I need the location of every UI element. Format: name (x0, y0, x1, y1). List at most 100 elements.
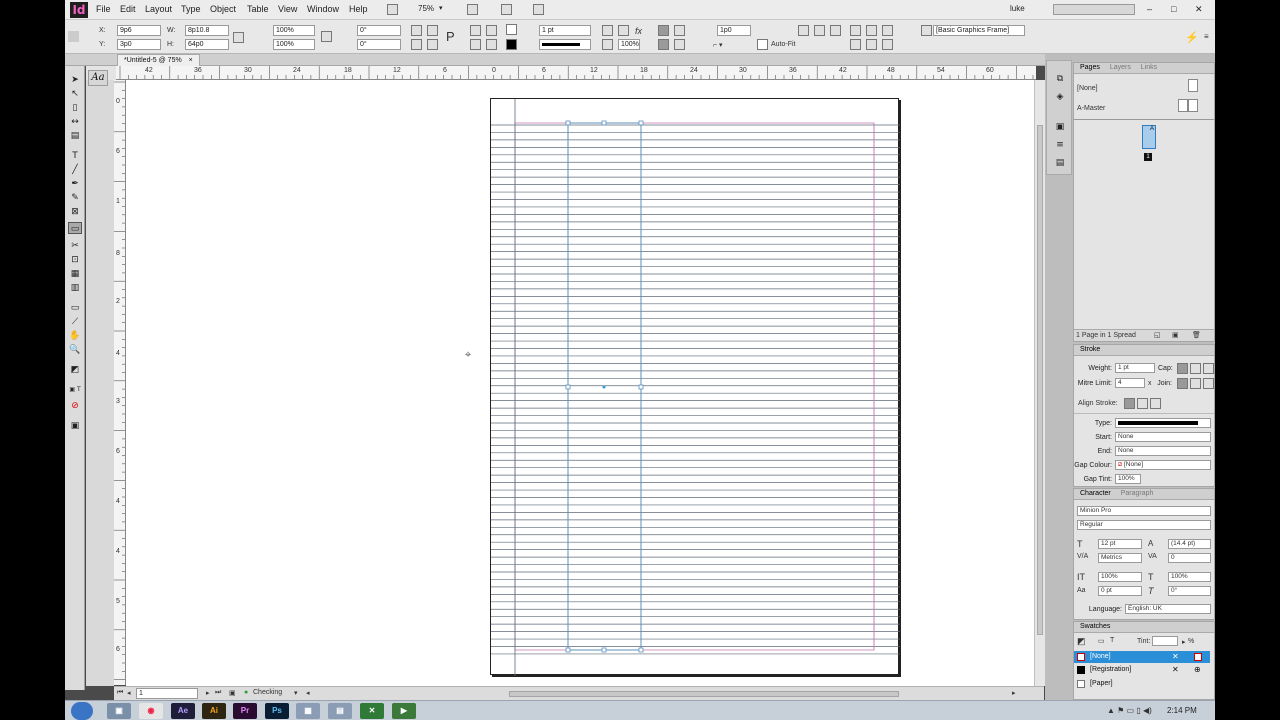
opacity-field[interactable]: 100% (618, 39, 640, 50)
page-number-field[interactable]: 1 (136, 688, 198, 699)
select-previous-icon[interactable] (470, 39, 481, 50)
gradient-feather-tool-icon[interactable]: ▥ (68, 282, 82, 294)
fill-stroke-swatch-icon[interactable]: ◩ (1077, 636, 1086, 647)
document-tab[interactable]: *Untitled-5 @ 75% × (117, 54, 200, 66)
pen-tool-icon[interactable]: ✒ (68, 178, 82, 190)
bridge-icon[interactable] (387, 4, 398, 15)
scale-y-field[interactable]: 100% (273, 39, 315, 50)
scale-x-field[interactable]: 100% (273, 25, 315, 36)
scissors-tool-icon[interactable]: ✂ (68, 240, 82, 252)
language-field[interactable]: English: UK (1125, 604, 1211, 614)
swatches-title[interactable]: Swatches (1080, 623, 1110, 630)
swatch-row[interactable]: [Paper] (1074, 678, 1210, 690)
tint-dropdown-icon[interactable]: ▸ (1182, 638, 1186, 646)
start-button-icon[interactable] (71, 702, 93, 720)
align-center-icon[interactable] (814, 25, 825, 36)
gap-colour-field[interactable]: ⧄ [None] (1115, 460, 1211, 470)
wrap-next-column-icon[interactable] (674, 39, 685, 50)
stroke-swatch-icon[interactable] (506, 39, 517, 50)
tracking-field[interactable]: 0 (1168, 553, 1211, 563)
join-round-icon[interactable] (1190, 378, 1201, 389)
scroll-left-icon[interactable]: ◂ (306, 689, 310, 697)
fit-frame-icon[interactable] (602, 25, 613, 36)
constrain-proportions-icon[interactable] (233, 32, 244, 43)
offset-field[interactable]: 1p0 (717, 25, 751, 36)
a-master-thumb-left[interactable] (1178, 99, 1188, 112)
menu-view[interactable]: View (278, 4, 297, 14)
photoshop-icon[interactable]: Ps (265, 703, 289, 719)
prev-page-icon[interactable]: ◂ (127, 689, 131, 697)
join-miter-icon[interactable] (1177, 378, 1188, 389)
container-icon[interactable]: ▭ (1098, 637, 1105, 645)
gradient-swatch-tool-icon[interactable]: ▦ (68, 268, 82, 280)
chrome-icon[interactable]: ◉ (139, 703, 163, 719)
cap-butt-icon[interactable] (1177, 363, 1188, 374)
stroke-type-field[interactable] (1115, 418, 1211, 428)
object-style-field[interactable]: [Basic Graphics Frame] (933, 25, 1025, 36)
fit-content-icon[interactable] (618, 25, 629, 36)
selection-tool-icon[interactable]: ➤ (68, 74, 82, 86)
type-tool-icon[interactable]: T (68, 150, 82, 162)
menu-window[interactable]: Window (307, 4, 339, 14)
y-field[interactable]: 3p0 (117, 39, 161, 50)
illustrator-icon[interactable]: Ai (202, 703, 226, 719)
fill-stroke-icon[interactable]: ◩ (68, 364, 82, 380)
screen-mode-tool-icon[interactable]: ▣ (68, 420, 82, 432)
next-page-icon[interactable]: ▸ (206, 689, 210, 697)
apply-none-icon[interactable]: ⊘ (68, 400, 82, 412)
arrange-documents-icon[interactable] (533, 4, 544, 15)
align-stroke-inside-icon[interactable] (1137, 398, 1148, 409)
distribute-horizontal-icon[interactable] (850, 39, 861, 50)
table-grid[interactable] (491, 99, 900, 676)
align-stroke-outside-icon[interactable] (1150, 398, 1161, 409)
script-icon[interactable]: ▶ (392, 703, 416, 719)
tab-pages[interactable]: Pages (1080, 64, 1100, 71)
auto-fit-checkbox[interactable] (757, 39, 768, 50)
explorer-icon[interactable]: ▣ (107, 703, 131, 719)
vertical-scroll-thumb[interactable] (1037, 125, 1043, 635)
rotate-cw-icon[interactable] (411, 25, 422, 36)
screen-mode-icon[interactable] (467, 4, 478, 15)
baseline-shift-field[interactable]: 0 pt (1098, 586, 1142, 596)
swatch-row[interactable]: [Registration] ✕ ⊕ (1074, 664, 1210, 676)
free-transform-tool-icon[interactable]: ⊡ (68, 254, 82, 266)
font-style-field[interactable]: Regular (1077, 520, 1211, 530)
zoom-tool-icon[interactable]: 🔍 (68, 344, 82, 356)
start-field[interactable]: None (1115, 432, 1211, 442)
scroll-right-icon[interactable]: ▸ (1012, 689, 1016, 697)
menu-edit[interactable]: Edit (120, 4, 136, 14)
excel-icon[interactable]: ✕ (360, 703, 384, 719)
edit-page-size-icon[interactable]: ◱ (1154, 331, 1161, 339)
cap-round-icon[interactable] (1190, 363, 1201, 374)
zoom-dropdown-icon[interactable]: ▾ (439, 4, 443, 12)
x-field[interactable]: 9p6 (117, 25, 161, 36)
swatches-panel-icon[interactable]: ▤ (1053, 157, 1067, 169)
fill-swatch-icon[interactable] (506, 24, 517, 35)
leading-field[interactable]: (14.4 pt) (1168, 539, 1211, 549)
tab-layers[interactable]: Layers (1110, 64, 1131, 71)
minimize-icon[interactable]: – (1147, 4, 1152, 14)
w-field[interactable]: 8p10.8 (185, 25, 229, 36)
constrain-scale-icon[interactable] (321, 31, 332, 42)
corner-options-icon[interactable]: ⌐ ▾ (713, 41, 723, 49)
gap-tool-icon[interactable]: ↔ (68, 116, 82, 128)
page-tool-icon[interactable]: ▯ (68, 102, 82, 114)
shear-field[interactable]: 0° (357, 39, 401, 50)
menu-object[interactable]: Object (210, 4, 236, 14)
rotate-ccw-icon[interactable] (427, 25, 438, 36)
swatch-row[interactable]: [None] ✕ (1074, 651, 1210, 663)
flip-vertical-icon[interactable] (427, 39, 438, 50)
delete-page-icon[interactable]: 🗑 (1192, 331, 1201, 339)
tab-paragraph[interactable]: Paragraph (1121, 490, 1154, 497)
view-options-icon[interactable] (501, 4, 512, 15)
opacity-icon[interactable] (602, 39, 613, 50)
page-1-thumb[interactable]: A (1142, 125, 1156, 149)
distribute-vertical-icon[interactable] (866, 39, 877, 50)
select-container-icon[interactable] (470, 25, 481, 36)
align-bottom-icon[interactable] (882, 25, 893, 36)
maximize-icon[interactable]: □ (1171, 4, 1176, 14)
align-top-icon[interactable] (850, 25, 861, 36)
clock[interactable]: 2:14 PM (1167, 706, 1197, 715)
after-effects-icon[interactable]: Ae (171, 703, 195, 719)
rotate-field[interactable]: 0° (357, 25, 401, 36)
